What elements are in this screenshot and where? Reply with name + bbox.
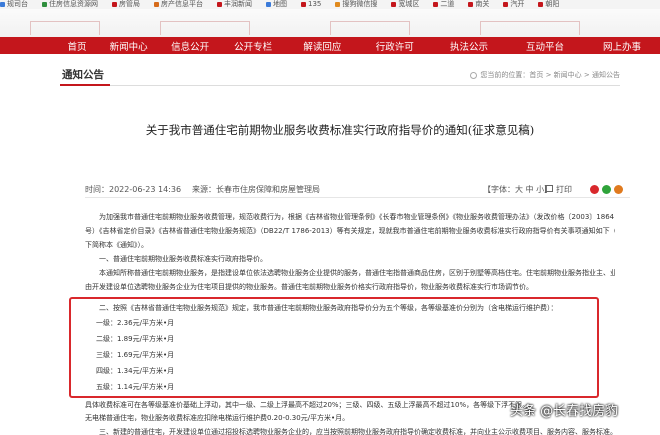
nav-admin-permit[interactable]: 行政许可: [358, 39, 432, 53]
banner-decoration: [480, 21, 580, 35]
body-paragraph: 由开发建设单位选聘物业服务企业为住宅项目提供的物业服务。普通住宅前期物业服务价格…: [85, 283, 533, 291]
breadcrumb[interactable]: 您当前的位置：首页 > 新闻中心 > 通知公告: [470, 70, 620, 80]
bookmark-item[interactable]: 宽城区: [391, 0, 419, 9]
body-paragraph: 为加强我市普通住宅前期物业服务收费管理，规范收费行为，根据《吉林省物业管理条例》…: [99, 213, 615, 221]
body-paragraph: 本通知所称普通住宅前期物业服务，是指建设单位依法选聘物业服务企业提供的服务，普通…: [99, 269, 615, 277]
banner-decoration: [330, 21, 410, 35]
nav-enforcement[interactable]: 执法公示: [432, 39, 506, 53]
bookmark-favicon-icon: [391, 1, 397, 7]
body-paragraph: 下简称本《通知》）。: [85, 241, 148, 249]
bookmark-favicon-icon: [468, 1, 474, 7]
bookmarks-bar: 规司台 住房信息资源网 房管局 房产信息平台 丰润新闻 地图 135 搜狗微信搜 宽城区 二道 南关…: [0, 0, 660, 9]
wechat-share-icon[interactable]: [602, 185, 611, 194]
body-paragraph: 号）《吉林省定价目录》《吉林省普通住宅物业服务规范》（DB22/T 1786-2…: [85, 227, 615, 235]
bookmark-item[interactable]: 汽开: [503, 0, 524, 9]
qzone-share-icon[interactable]: [614, 185, 623, 194]
bookmark-favicon-icon: [154, 1, 159, 7]
bookmark-label: 二道: [440, 0, 455, 8]
bookmark-label: 宽城区: [398, 0, 420, 8]
breadcrumb-text[interactable]: 您当前的位置：首页 > 新闻中心 > 通知公告: [480, 70, 620, 80]
bookmark-item[interactable]: 135: [301, 0, 321, 9]
main-nav: 首页 新闻中心 信息公开 公开专栏 解读回应 行政许可 执法公示 互动平台 网上…: [0, 37, 660, 54]
body-paragraph: 三、新建的普通住宅，开发建设单位通过招投标选聘物业服务企业的，应当按照前期物业服…: [99, 428, 615, 435]
bookmark-item[interactable]: 规司台: [0, 0, 28, 9]
weibo-share-icon[interactable]: [590, 185, 599, 194]
bookmark-item[interactable]: 住房信息资源网: [42, 0, 98, 9]
site-banner: [0, 9, 660, 37]
bookmark-label: 搜狗微信搜: [342, 0, 378, 8]
nav-interaction[interactable]: 互动平台: [506, 39, 584, 53]
bookmark-item[interactable]: 房管局: [112, 0, 140, 9]
nav-home[interactable]: 首页: [58, 39, 96, 53]
bookmark-favicon-icon: [42, 1, 47, 7]
bookmark-label: 汽开: [510, 0, 525, 8]
bookmark-item[interactable]: 南关: [468, 0, 489, 9]
nav-interpretation[interactable]: 解读回应: [287, 39, 358, 53]
bookmark-label: 135: [308, 0, 322, 8]
bookmark-label: 丰润新闻: [224, 0, 252, 8]
bookmark-label: 住房信息资源网: [49, 0, 98, 8]
print-button[interactable]: 打印: [556, 184, 572, 195]
bookmark-item[interactable]: 地图: [266, 0, 287, 9]
banner-decoration: [160, 21, 250, 35]
bookmark-favicon-icon: [335, 1, 341, 7]
bookmark-label: 房管局: [119, 0, 140, 8]
bookmark-label: 地图: [273, 0, 287, 8]
highlight-annotation: [69, 297, 599, 398]
nav-online-service[interactable]: 网上办事: [584, 39, 660, 53]
bookmark-favicon-icon: [538, 1, 544, 7]
bookmark-item[interactable]: 搜狗微信搜: [335, 0, 377, 9]
article-meta: 时间：2022-06-23 14:36 来源：长春市住房保障和房屋管理局 【字体…: [85, 182, 630, 198]
body-paragraph: 一、普通住宅前期物业服务收费标准实行政府指导价。: [99, 255, 267, 263]
bookmark-favicon-icon: [433, 1, 439, 7]
nav-info-public[interactable]: 信息公开: [161, 39, 219, 53]
section-title: 通知公告: [62, 69, 104, 81]
article-source: 来源：长春市住房保障和房屋管理局: [192, 185, 320, 194]
bookmark-label: 规司台: [7, 0, 28, 8]
bookmark-item[interactable]: 朝阳: [538, 0, 559, 9]
banner-decoration: [30, 21, 100, 35]
bookmark-favicon-icon: [266, 1, 271, 7]
section-bar: 通知公告 您当前的位置：首页 > 新闻中心 > 通知公告: [60, 66, 620, 86]
bookmark-label: 南关: [475, 0, 490, 8]
font-size-control[interactable]: 【字体：大 中 小】: [483, 184, 552, 195]
publish-time: 时间：2022-06-23 14:36: [85, 185, 182, 194]
nav-public-column[interactable]: 公开专栏: [219, 39, 287, 53]
bookmark-favicon-icon: [503, 1, 509, 7]
bookmark-favicon-icon: [301, 1, 306, 7]
bookmark-item[interactable]: 房产信息平台: [154, 0, 203, 9]
bookmark-label: 朝阳: [545, 0, 560, 8]
bookmark-favicon-icon: [0, 1, 5, 7]
section-underline: [60, 84, 110, 86]
print-icon[interactable]: [545, 185, 553, 192]
nav-news-center[interactable]: 新闻中心: [96, 39, 161, 53]
location-icon: [470, 71, 478, 79]
bookmark-favicon-icon: [217, 1, 222, 7]
bookmark-item[interactable]: 丰润新闻: [217, 0, 252, 9]
bookmark-item[interactable]: 二道: [433, 0, 454, 9]
watermark: 头条 @长春找房豹: [510, 404, 619, 419]
bookmark-label: 房产信息平台: [161, 0, 203, 8]
bookmark-favicon-icon: [112, 1, 117, 7]
article-title: 关于我市普通住宅前期物业服务收费标准实行政府指导价的通知(征求意见稿): [145, 123, 535, 137]
